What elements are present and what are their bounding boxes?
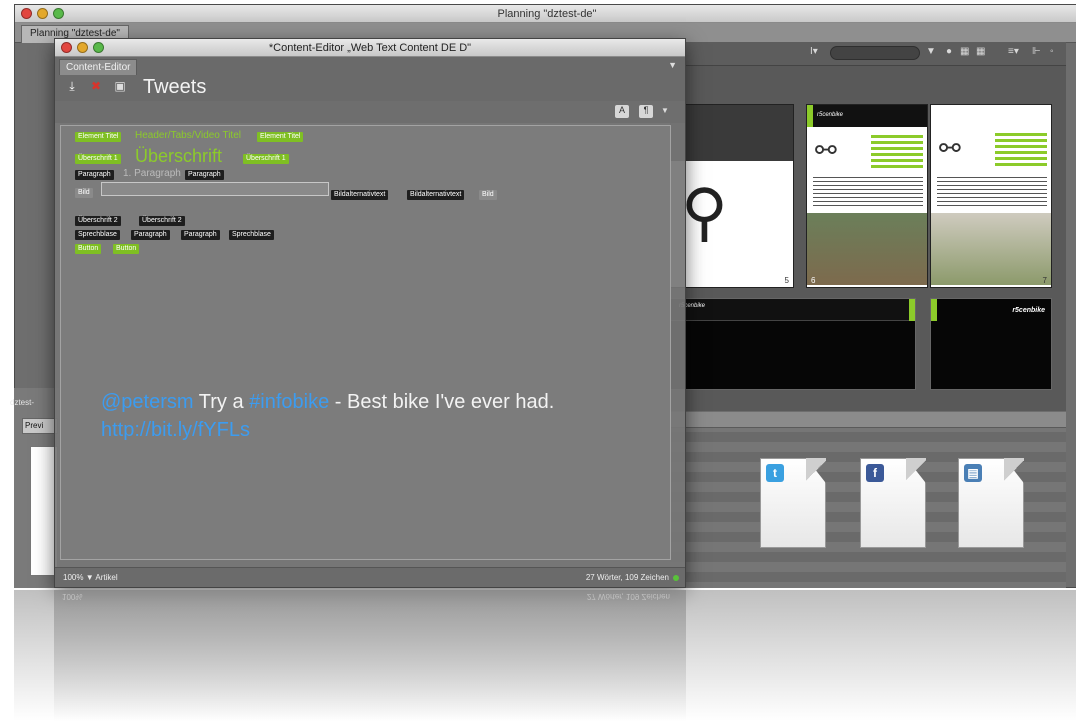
- facebook-icon: f: [866, 464, 884, 482]
- page-number: 7: [1042, 276, 1047, 285]
- ueberschrift-text[interactable]: Überschrift: [135, 146, 222, 167]
- tag-paragraph-end: Paragraph: [185, 170, 224, 180]
- tweet-text-part: Try a: [198, 391, 244, 413]
- tag-ueberschrift1-end: Überschrift 1: [243, 154, 289, 164]
- editor-statusbar: 100% ▼ Artikel 27 Wörter, 109 Zeichen: [55, 567, 685, 587]
- video-file-icon[interactable]: ▤: [958, 458, 1024, 548]
- view-toggle-icon[interactable]: ●: [946, 46, 952, 60]
- tag-bild-end: Bild: [479, 190, 497, 200]
- chevron-down-icon[interactable]: ▼: [661, 106, 669, 115]
- status-indicator-icon: [673, 575, 679, 581]
- left-panel-label: dztest-: [10, 398, 35, 407]
- tag-button-end: Button: [113, 244, 140, 254]
- photo: [931, 213, 1051, 285]
- tweet-text-part: - Best bike I've ever had.: [334, 391, 555, 413]
- chevron-down-icon[interactable]: ▼: [926, 46, 936, 60]
- grid-icon[interactable]: ▦: [960, 46, 969, 60]
- twitter-file-icon[interactable]: t: [760, 458, 826, 548]
- editor-title: *Content-Editor „Web Text Content DE D": [268, 42, 472, 54]
- facebook-file-icon[interactable]: f: [860, 458, 926, 548]
- page-grid: ⚲ 5 r5cenbike ⚯ 6 ⚯ 7 r5cenbike r5cenbik…: [670, 66, 1066, 411]
- delete-icon[interactable]: ✖: [89, 79, 103, 93]
- page-number: 6: [811, 276, 816, 285]
- tag-paragraph-start: Paragraph: [131, 230, 170, 240]
- reflection-zoom: 100%: [62, 592, 83, 601]
- twitter-icon: t: [766, 464, 784, 482]
- doc-type-icon[interactable]: ▼: [86, 573, 96, 582]
- editor-tabstrip: Content-Editor ▼: [55, 57, 685, 75]
- align-icon[interactable]: ⊩: [1032, 46, 1041, 60]
- page-thumbnail[interactable]: ⚯ 7: [930, 104, 1052, 288]
- doc-type: Artikel: [95, 573, 118, 582]
- tag-ueberschrift1-start: Überschrift 1: [75, 154, 121, 164]
- header-tabs-text[interactable]: Header/Tabs/Video Titel: [135, 130, 241, 141]
- text-tool-icon[interactable]: I▾: [810, 46, 818, 60]
- assets-bar: [670, 412, 1066, 428]
- film-icon: ▤: [964, 464, 982, 482]
- tag-element-titel-end: Element Titel: [257, 132, 304, 142]
- tag-bild-start: Bild: [75, 188, 93, 198]
- page-thumbnail[interactable]: r5cenbike ⚯ 6: [806, 104, 928, 288]
- tab-preview[interactable]: Previ: [22, 418, 58, 434]
- bike-icon: ⚯: [815, 135, 837, 165]
- planning-titlebar: Planning "dztest-de": [15, 5, 1076, 23]
- format-icon[interactable]: A: [615, 105, 629, 118]
- assets-panel: t f ▤: [670, 412, 1066, 588]
- brand-label: r5cenbike: [1012, 307, 1045, 314]
- tweet-text[interactable]: @petersm Try a #infobike - Best bike I'v…: [101, 388, 661, 444]
- chevron-down-icon[interactable]: ▼: [668, 60, 677, 70]
- photo: [807, 213, 927, 285]
- tag-bildalt-start: Bildalternativtext: [331, 190, 389, 200]
- tag-paragraph-end: Paragraph: [181, 230, 220, 240]
- bike-icon: ⚯: [939, 133, 961, 163]
- save-icon[interactable]: ▣: [113, 79, 127, 93]
- tweet-handle[interactable]: @petersm: [101, 391, 194, 413]
- search-input[interactable]: [830, 46, 920, 60]
- settings-icon[interactable]: ◦: [1050, 46, 1054, 60]
- paragraph-style-icon[interactable]: ¶: [639, 105, 653, 118]
- tag-paragraph-start: Paragraph: [75, 170, 114, 180]
- tag-sprechblase-start: Sprechblase: [75, 230, 120, 240]
- tab-content-editor[interactable]: Content-Editor: [59, 59, 138, 75]
- bike-image: ⚲: [681, 176, 728, 248]
- word-count: 27 Wörter, 109 Zeichen: [585, 573, 669, 582]
- page-thumbnail[interactable]: r5cenbike: [930, 298, 1052, 390]
- page-thumbnail[interactable]: ⚲ 5: [670, 104, 794, 288]
- editor-reflection: 100% 27 Wörter, 109 Zeichen: [54, 590, 686, 721]
- editor-toolbar: ⤓ ✖ ▣ Tweets: [55, 75, 685, 101]
- tag-element-titel-start: Element Titel: [75, 132, 122, 142]
- editor-subbar: A ¶ ▼: [55, 101, 685, 123]
- brand-label: r5cenbike: [817, 112, 844, 118]
- editor-content-area[interactable]: Element Titel Header/Tabs/Video Titel El…: [60, 125, 671, 560]
- paragraph-text[interactable]: 1. Paragraph: [123, 168, 181, 179]
- tag-sprechblase-end: Sprechblase: [229, 230, 274, 240]
- reflection-count: 27 Wörter, 109 Zeichen: [586, 592, 670, 601]
- image-placeholder[interactable]: [101, 182, 329, 196]
- editor-heading: Tweets: [143, 76, 207, 98]
- tweet-hashtag[interactable]: #infobike: [249, 391, 329, 413]
- tag-ueberschrift2-end: Überschrift 2: [139, 216, 185, 226]
- page-thumbnail[interactable]: r5cenbike: [670, 298, 916, 390]
- tag-ueberschrift2-start: Überschrift 2: [75, 216, 121, 226]
- download-icon[interactable]: ⤓: [65, 79, 79, 93]
- tag-button-start: Button: [75, 244, 102, 254]
- layout-icon[interactable]: ▦: [976, 46, 985, 60]
- tweet-link[interactable]: http://bit.ly/fYFLs: [101, 419, 250, 441]
- page-number: 5: [784, 276, 789, 285]
- sort-icon[interactable]: ≡▾: [1008, 46, 1019, 60]
- editor-titlebar: *Content-Editor „Web Text Content DE D": [55, 39, 685, 57]
- planning-title: Planning "dztest-de": [497, 8, 597, 20]
- zoom-level[interactable]: 100%: [63, 573, 83, 582]
- content-editor-window: *Content-Editor „Web Text Content DE D" …: [54, 38, 686, 588]
- tag-bildalt-end: Bildalternativtext: [407, 190, 465, 200]
- planning-toolbar: I▾ ▼ ● ▦ ▦ ≡▾ ⊩ ◦: [670, 42, 1066, 66]
